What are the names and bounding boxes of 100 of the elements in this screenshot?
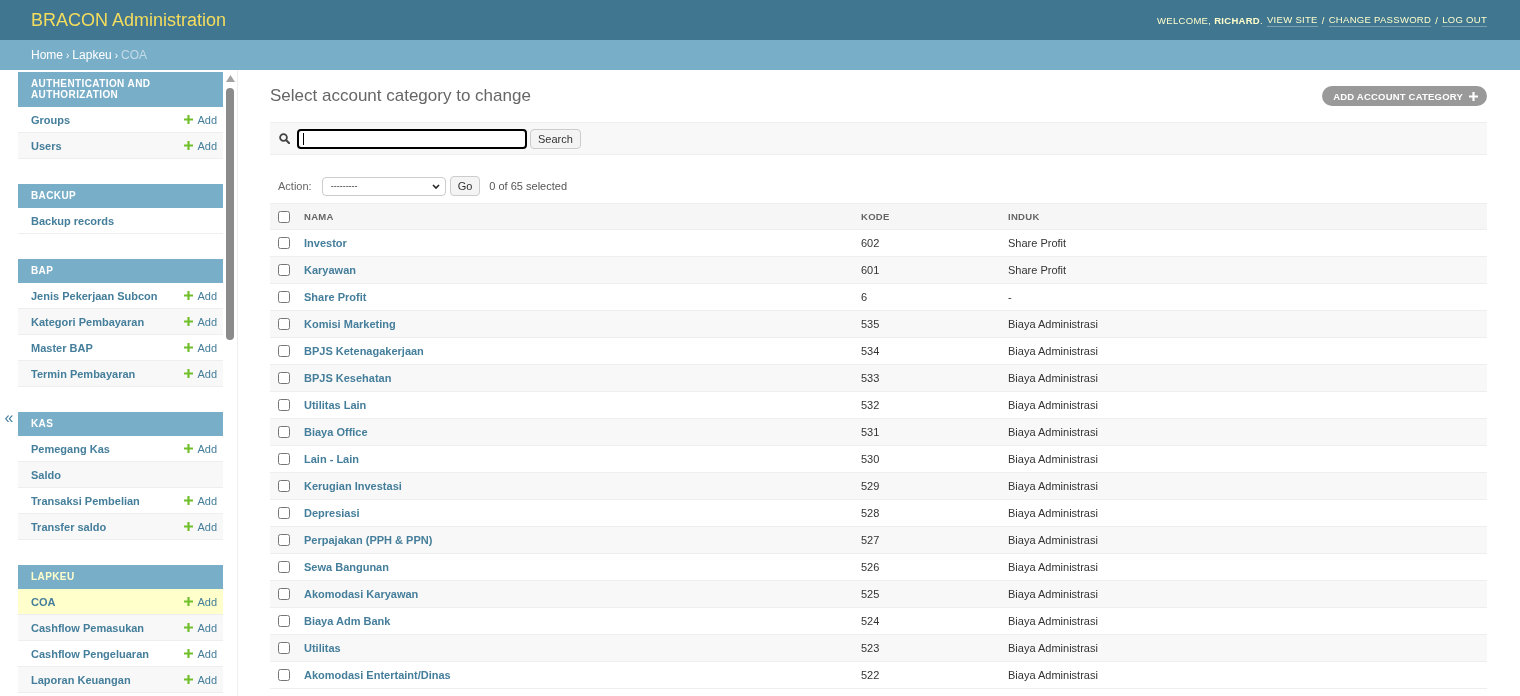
- sidebar-model-link[interactable]: Transfer saldo: [31, 520, 107, 533]
- column-header[interactable]: NAMA: [296, 203, 853, 230]
- row-checkbox[interactable]: [278, 399, 290, 411]
- add-link[interactable]: Add: [184, 442, 217, 455]
- row-checkbox[interactable]: [278, 372, 290, 384]
- sidebar-model-link[interactable]: Backup records: [31, 214, 115, 227]
- add-link[interactable]: Add: [184, 341, 217, 354]
- plus-icon: [184, 444, 194, 453]
- search-field[interactable]: [297, 128, 527, 149]
- sidebar-model-link[interactable]: Cashflow Pemasukan: [31, 621, 145, 634]
- table-cell: 525: [861, 588, 880, 600]
- row-checkbox[interactable]: [278, 669, 290, 681]
- account-name-link[interactable]: Sewa Bangunan: [304, 561, 389, 573]
- account-name-link[interactable]: Karyawan: [304, 264, 356, 276]
- account-name-link[interactable]: Biaya Adm Bank: [304, 615, 391, 627]
- table-cell: 526: [861, 561, 880, 573]
- add-link[interactable]: Add: [184, 315, 217, 328]
- row-checkbox[interactable]: [278, 561, 290, 573]
- add-link[interactable]: Add: [184, 113, 217, 126]
- row-checkbox[interactable]: [278, 264, 290, 276]
- site-title[interactable]: BRACON Administration: [31, 9, 227, 31]
- scroll-up-arrow-icon[interactable]: [225, 75, 235, 82]
- row-checkbox[interactable]: [278, 291, 290, 303]
- table-cell: 523: [861, 642, 880, 654]
- sidebar-model-link[interactable]: Groups: [31, 113, 71, 126]
- row-checkbox[interactable]: [278, 588, 290, 600]
- add-link[interactable]: Add: [184, 595, 217, 608]
- sidebar-model-link[interactable]: Kategori Pembayaran: [31, 315, 145, 328]
- section-header[interactable]: KAS: [18, 412, 223, 436]
- sidebar-model-link[interactable]: COA: [31, 595, 56, 608]
- column-header[interactable]: KODE: [853, 203, 1000, 230]
- row-checkbox[interactable]: [278, 480, 290, 492]
- add-link[interactable]: Add: [184, 367, 217, 380]
- action-select[interactable]: ---------: [321, 176, 446, 196]
- section-header[interactable]: BAP: [18, 259, 223, 283]
- add-link[interactable]: Add: [184, 494, 217, 507]
- row-checkbox[interactable]: [278, 345, 290, 357]
- row-checkbox[interactable]: [278, 453, 290, 465]
- section-header[interactable]: LAPKEU: [18, 565, 223, 589]
- table-cell: Share Profit: [1008, 237, 1067, 249]
- account-name-link[interactable]: Komisi Marketing: [304, 318, 396, 330]
- sidebar-model-link[interactable]: Pemegang Kas: [31, 442, 110, 455]
- add-link[interactable]: Add: [184, 647, 217, 660]
- account-name-link[interactable]: BPJS Kesehatan: [304, 372, 392, 384]
- sidebar-model-link[interactable]: Jenis Pekerjaan Subcon: [31, 289, 158, 302]
- sidebar-model-link[interactable]: Laporan Keuangan: [31, 673, 131, 686]
- account-name-link[interactable]: Lain - Lain: [304, 453, 359, 465]
- account-name-link[interactable]: Investor: [304, 237, 347, 249]
- account-name-link[interactable]: Share Profit: [304, 291, 367, 303]
- header-link[interactable]: VIEW SITE: [1267, 13, 1318, 27]
- table-cell: Biaya Administrasi: [1008, 534, 1098, 546]
- add-link[interactable]: Add: [184, 673, 217, 686]
- table-cell: Biaya Administrasi: [1008, 669, 1098, 681]
- row-checkbox[interactable]: [278, 507, 290, 519]
- account-name-link[interactable]: Akomodasi Karyawan: [304, 588, 419, 600]
- plus-icon: [184, 369, 194, 378]
- add-link[interactable]: Add: [184, 289, 217, 302]
- account-name-link[interactable]: Kerugian Investasi: [304, 480, 402, 492]
- select-all-checkbox[interactable]: [278, 210, 290, 223]
- header-link[interactable]: CHANGE PASSWORD: [1328, 13, 1432, 27]
- search-button[interactable]: Search: [530, 128, 581, 149]
- table-cell: 524: [861, 615, 880, 627]
- sidebar-model-link[interactable]: Transaksi Pembelian: [31, 494, 140, 507]
- column-header[interactable]: INDUK: [1000, 203, 1487, 230]
- table-cell: 528: [861, 507, 880, 519]
- plus-icon: [184, 649, 194, 658]
- account-name-link[interactable]: Depresiasi: [304, 507, 360, 519]
- sidebar-toggle-button[interactable]: «: [2, 410, 16, 426]
- scrollbar-thumb[interactable]: [226, 88, 234, 340]
- account-name-link[interactable]: Biaya Office: [304, 426, 368, 438]
- add-link[interactable]: Add: [184, 621, 217, 634]
- section-header[interactable]: BACKUP: [18, 184, 223, 208]
- row-checkbox[interactable]: [278, 615, 290, 627]
- table-cell: 535: [861, 318, 880, 330]
- sidebar-model-link[interactable]: Cashflow Pengeluaran: [31, 647, 149, 660]
- row-checkbox[interactable]: [278, 318, 290, 330]
- account-name-link[interactable]: Akomodasi Entertaint/Dinas: [304, 669, 451, 681]
- breadcrumb-link[interactable]: Lapkeu: [72, 48, 112, 62]
- sidebar-model-link[interactable]: Master BAP: [31, 341, 93, 354]
- account-name-link[interactable]: Utilitas: [304, 642, 341, 654]
- table-cell: 530: [861, 453, 880, 465]
- account-name-link[interactable]: Perpajakan (PPH & PPN): [304, 534, 433, 546]
- breadcrumb-link[interactable]: Home: [31, 48, 63, 62]
- section-header[interactable]: AUTHENTICATION AND AUTHORIZATION: [18, 72, 223, 107]
- table-cell: Biaya Administrasi: [1008, 399, 1098, 411]
- add-link[interactable]: Add: [184, 520, 217, 533]
- sidebar-model-link[interactable]: Saldo: [31, 468, 61, 481]
- row-checkbox[interactable]: [278, 237, 290, 249]
- account-name-link[interactable]: BPJS Ketenagakerjaan: [304, 345, 424, 357]
- sidebar-model-link[interactable]: Users: [31, 139, 62, 152]
- row-checkbox[interactable]: [278, 534, 290, 546]
- table-cell: Biaya Administrasi: [1008, 507, 1098, 519]
- account-name-link[interactable]: Utilitas Lain: [304, 399, 367, 411]
- go-button[interactable]: Go: [449, 176, 481, 196]
- row-checkbox[interactable]: [278, 426, 290, 438]
- sidebar-model-link[interactable]: Termin Pembayaran: [31, 367, 136, 380]
- add-link[interactable]: Add: [184, 139, 217, 152]
- row-checkbox[interactable]: [278, 642, 290, 654]
- header-link[interactable]: LOG OUT: [1442, 13, 1487, 27]
- add-account-category-button[interactable]: ADD ACCOUNT CATEGORY: [1322, 86, 1487, 106]
